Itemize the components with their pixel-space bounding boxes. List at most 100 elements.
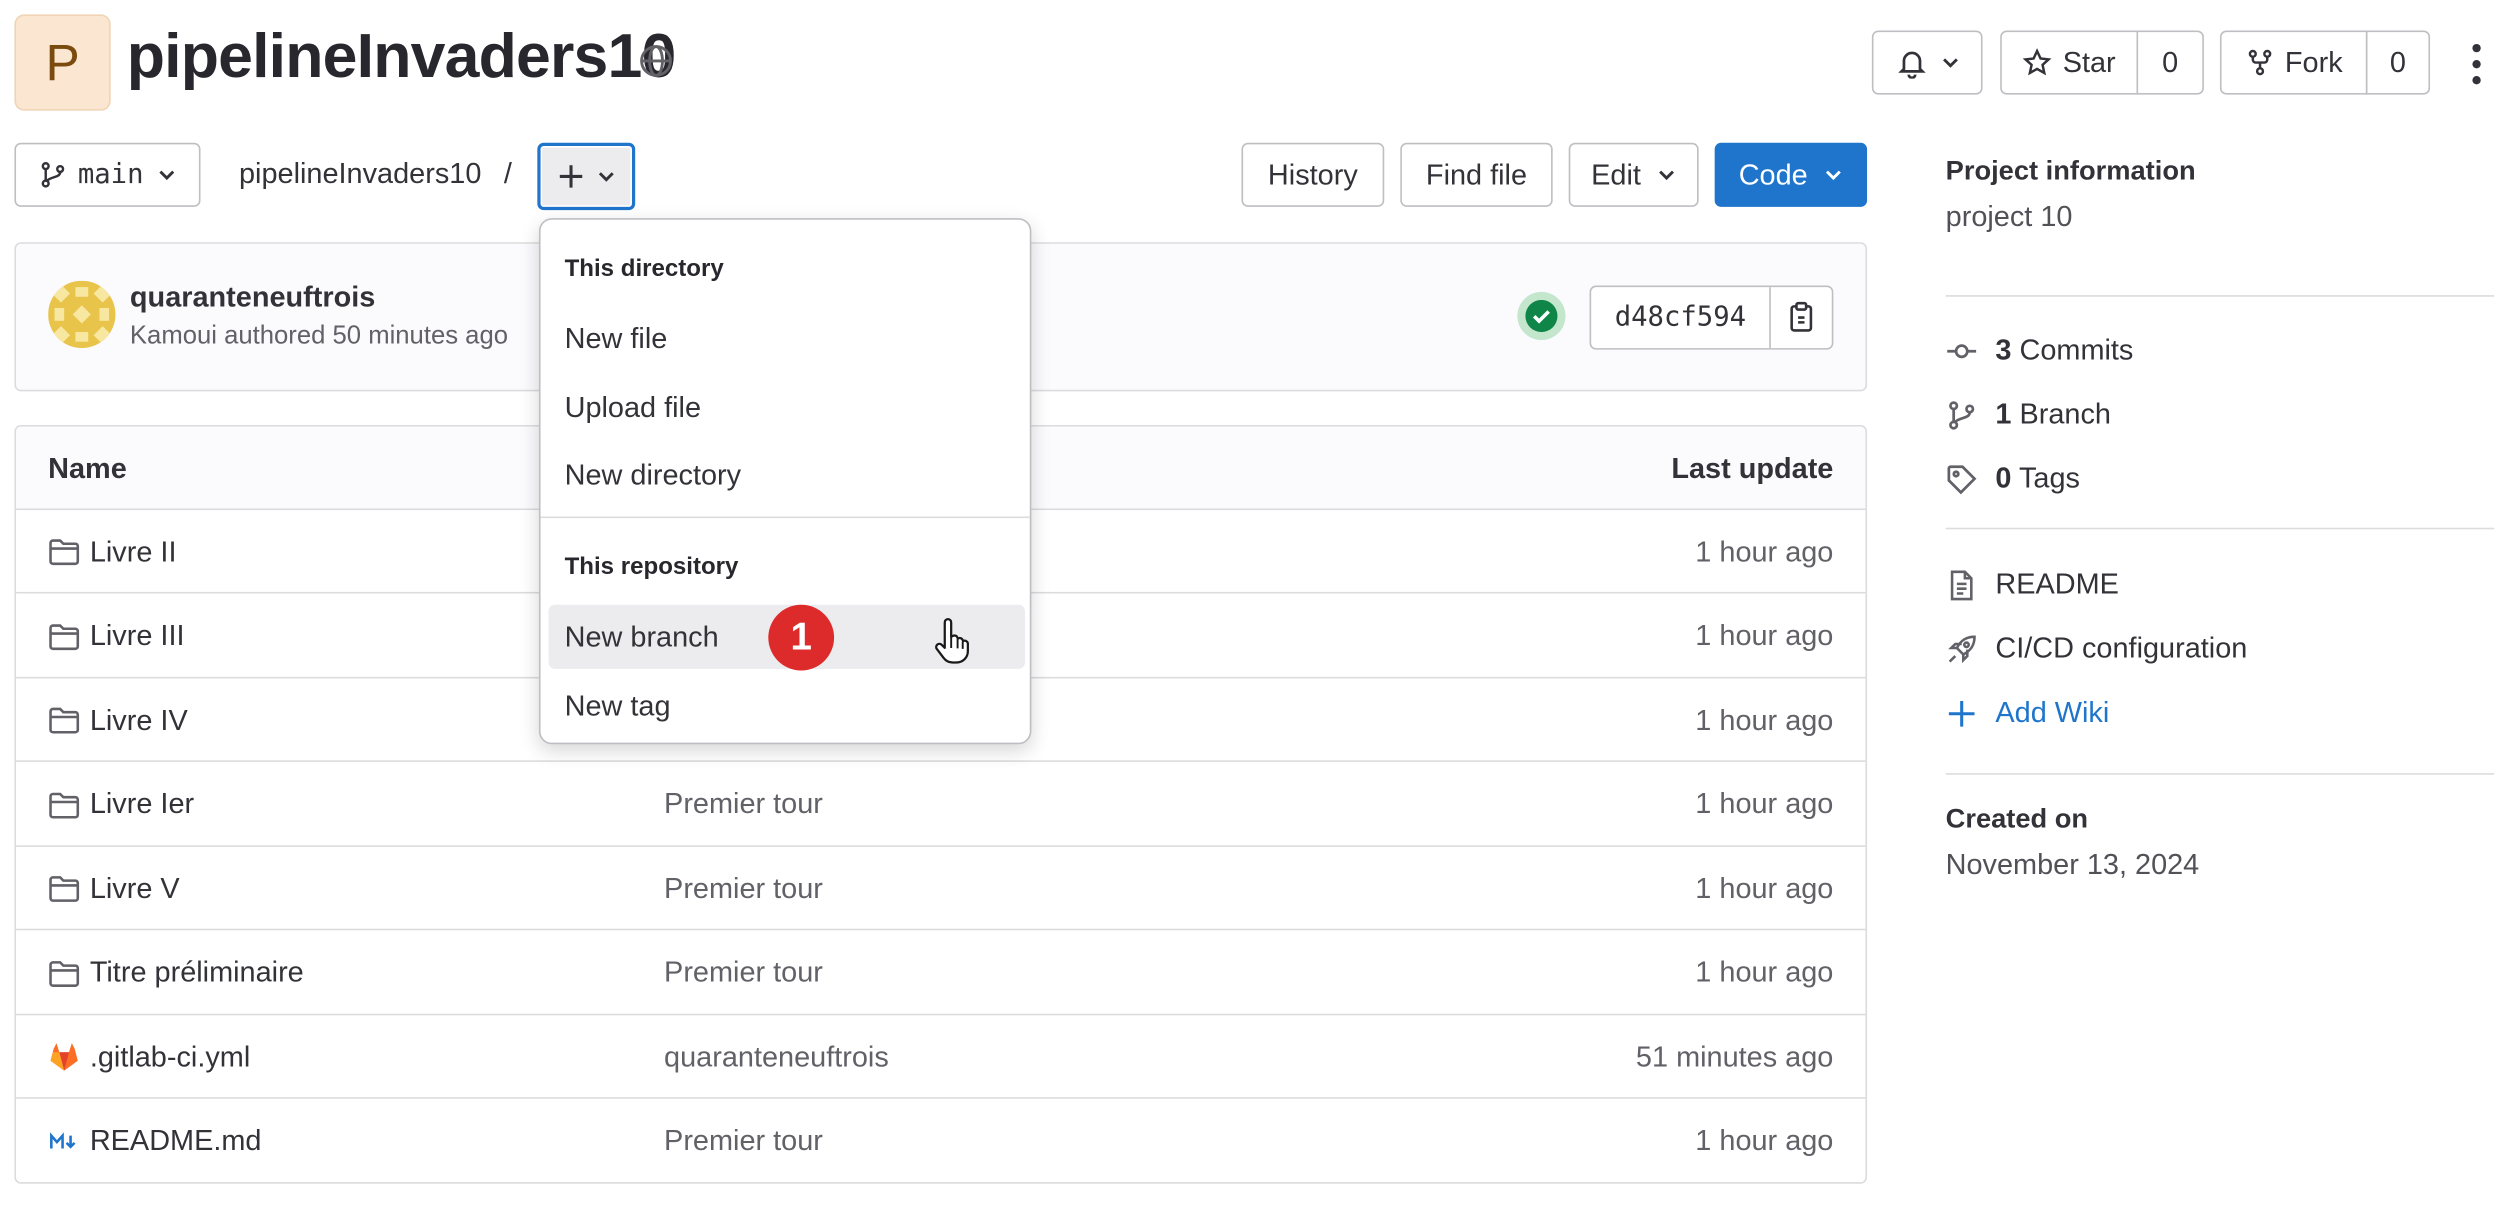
breadcrumb: pipelineInvaders10 / bbox=[239, 157, 512, 191]
file-name[interactable]: .gitlab-ci.yml bbox=[90, 1040, 250, 1074]
chevron-down-icon bbox=[1657, 165, 1676, 184]
file-name-cell[interactable]: Livre V bbox=[48, 847, 180, 930]
star-icon bbox=[2022, 48, 2052, 77]
star-button[interactable]: Star bbox=[2000, 30, 2139, 95]
edit-label: Edit bbox=[1591, 157, 1641, 191]
code-button[interactable]: Code bbox=[1714, 142, 1868, 207]
chevron-down-icon bbox=[158, 165, 177, 184]
last-update: 1 hour ago bbox=[1695, 703, 1834, 736]
last-update: 1 hour ago bbox=[1695, 787, 1834, 820]
copy-sha-button[interactable] bbox=[1769, 287, 1832, 349]
history-button[interactable]: History bbox=[1241, 142, 1385, 207]
readme-link[interactable]: README bbox=[1946, 568, 2119, 602]
add-wiki-link[interactable]: Add Wiki bbox=[1946, 696, 2110, 730]
fork-button[interactable]: Fork bbox=[2219, 30, 2368, 95]
table-row[interactable]: README.md Premier tour 1 hour ago bbox=[16, 1100, 1865, 1183]
new-directory-item[interactable]: New directory bbox=[549, 443, 1025, 507]
tags-count: 0 bbox=[1995, 461, 2012, 495]
dropdown-section-repository: This repository bbox=[564, 553, 739, 581]
find-file-button[interactable]: Find file bbox=[1400, 142, 1553, 207]
file-name-cell[interactable]: Livre Ier bbox=[48, 763, 194, 846]
add-to-tree-dropdown: This directory New file Upload file New … bbox=[538, 218, 1032, 745]
branches-link[interactable]: 1 Branch bbox=[1946, 398, 2111, 432]
dropdown-divider bbox=[540, 516, 1030, 519]
file-name[interactable]: Livre IV bbox=[90, 703, 188, 737]
commit-message[interactable]: Premier tour bbox=[664, 1100, 823, 1183]
document-icon bbox=[1946, 569, 1978, 601]
last-update: 1 hour ago bbox=[1695, 1124, 1834, 1157]
file-name-cell[interactable]: README.md bbox=[48, 1100, 261, 1183]
commit-message[interactable]: Premier tour bbox=[664, 847, 823, 930]
add-wiki-label: Add Wiki bbox=[1995, 696, 2110, 729]
file-name-cell[interactable]: Livre III bbox=[48, 594, 185, 677]
commit-sha[interactable]: d48cf594 bbox=[1591, 287, 1769, 348]
tag-icon bbox=[1946, 463, 1978, 495]
table-row[interactable]: Titre préliminaire Premier tour 1 hour ago bbox=[16, 931, 1866, 1015]
file-name[interactable]: README.md bbox=[90, 1124, 262, 1158]
commit-title[interactable]: quaranteneuftrois bbox=[130, 281, 375, 315]
notification-settings-button[interactable] bbox=[1871, 30, 1983, 95]
file-name[interactable]: Livre Ier bbox=[90, 788, 194, 822]
branch-selector[interactable]: main bbox=[14, 142, 201, 207]
last-update: 1 hour ago bbox=[1695, 871, 1834, 904]
project-information-heading: Project information bbox=[1945, 155, 2196, 187]
upload-file-item[interactable]: Upload file bbox=[549, 375, 1025, 439]
file-name[interactable]: Livre III bbox=[90, 619, 185, 653]
file-name[interactable]: Livre V bbox=[90, 872, 180, 906]
folder-icon bbox=[48, 874, 80, 903]
file-name-cell[interactable]: Livre II bbox=[48, 510, 176, 593]
chevron-down-icon bbox=[1824, 165, 1843, 184]
commit-sha-group: d48cf594 bbox=[1589, 285, 1834, 350]
commits-link[interactable]: 3 Commits bbox=[1946, 334, 2133, 368]
sidebar-divider bbox=[1945, 527, 2495, 530]
plus-icon bbox=[1946, 697, 1978, 729]
file-name[interactable]: Livre II bbox=[90, 535, 177, 569]
folder-icon bbox=[48, 537, 80, 566]
created-on-date: November 13, 2024 bbox=[1945, 848, 2200, 881]
table-row[interactable]: Livre V Premier tour 1 hour ago bbox=[16, 847, 1866, 931]
project-avatar: P bbox=[14, 14, 111, 111]
last-update: 51 minutes ago bbox=[1635, 1040, 1834, 1073]
file-name-cell[interactable]: .gitlab-ci.yml bbox=[48, 1015, 250, 1098]
breadcrumb-project-link[interactable]: pipelineInvaders10 bbox=[239, 157, 481, 189]
tags-label: Tags bbox=[2018, 461, 2080, 495]
cicd-config-link[interactable]: CI/CD configuration bbox=[1946, 631, 2248, 666]
new-branch-label: New branch bbox=[564, 619, 719, 653]
more-actions-icon[interactable] bbox=[2464, 42, 2490, 87]
star-count[interactable]: 0 bbox=[2136, 30, 2204, 95]
plus-icon bbox=[557, 162, 586, 191]
bell-icon bbox=[1895, 47, 1927, 79]
created-on-heading: Created on bbox=[1945, 803, 2089, 835]
markdown-icon bbox=[48, 1125, 80, 1157]
readme-label: README bbox=[1995, 567, 2119, 600]
tags-link[interactable]: 0 Tags bbox=[1946, 462, 2080, 496]
file-name[interactable]: Titre préliminaire bbox=[90, 956, 304, 990]
new-file-item[interactable]: New file bbox=[549, 306, 1025, 370]
gitlab-icon bbox=[48, 1041, 80, 1073]
add-to-tree-button[interactable] bbox=[537, 142, 636, 211]
fork-count[interactable]: 0 bbox=[2365, 30, 2431, 95]
copy-icon bbox=[1787, 301, 1816, 334]
chevron-down-icon bbox=[1940, 53, 1959, 72]
edit-button[interactable]: Edit bbox=[1568, 142, 1699, 207]
sidebar-divider bbox=[1945, 295, 2495, 297]
branch-icon bbox=[38, 160, 67, 189]
file-name-cell[interactable]: Titre préliminaire bbox=[48, 931, 304, 1014]
commit-message[interactable]: Premier tour bbox=[664, 931, 823, 1014]
folder-icon bbox=[48, 706, 80, 735]
cicd-config-label: CI/CD configuration bbox=[1995, 631, 2248, 665]
file-name-cell[interactable]: Livre IV bbox=[48, 678, 188, 761]
pipeline-status-icon[interactable] bbox=[1517, 291, 1566, 341]
sidebar-divider bbox=[1945, 773, 2495, 775]
author-avatar[interactable] bbox=[48, 280, 116, 349]
last-update: 1 hour ago bbox=[1695, 955, 1834, 989]
new-tag-item[interactable]: New tag bbox=[549, 674, 1025, 738]
table-row[interactable]: .gitlab-ci.yml quaranteneuftrois 51 minute… bbox=[16, 1015, 1866, 1099]
commit-message[interactable]: Premier tour bbox=[664, 763, 823, 846]
branch-icon bbox=[1946, 399, 1978, 431]
code-label: Code bbox=[1738, 157, 1808, 191]
table-row[interactable]: Livre Ier Premier tour 1 hour ago bbox=[16, 763, 1866, 847]
branch-name: main bbox=[77, 158, 144, 191]
commit-message[interactable]: quaranteneuftrois bbox=[664, 1015, 889, 1098]
new-branch-item[interactable]: New branch 1 bbox=[548, 604, 1025, 671]
